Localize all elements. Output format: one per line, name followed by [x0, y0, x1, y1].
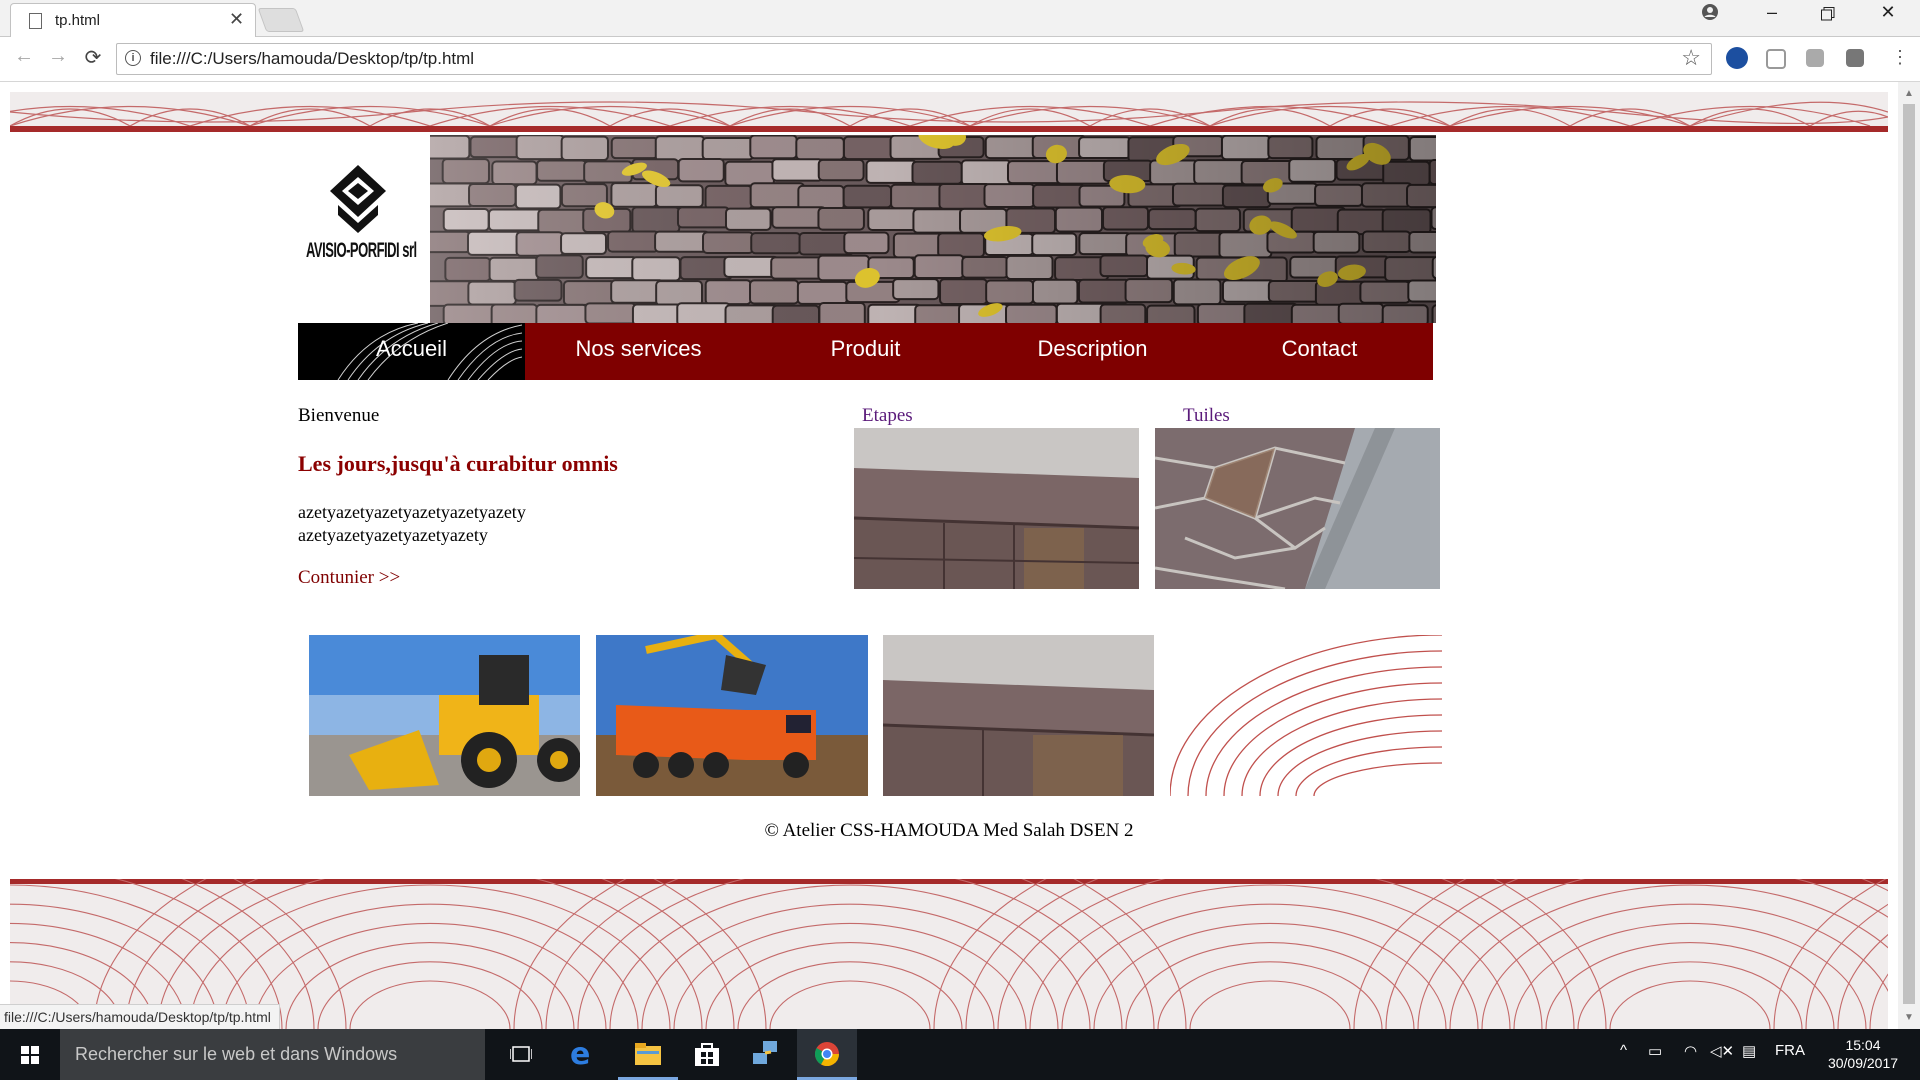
menu-icon[interactable]: ⋮: [1886, 47, 1914, 68]
logo-text: AVISIO-PORFIDI srl: [306, 238, 417, 262]
photo-tuiles[interactable]: [1155, 428, 1440, 589]
paragraph-line: azetyazetyazetyazetyazetyazety: [298, 502, 526, 522]
caption-etapes[interactable]: Etapes: [862, 405, 913, 427]
file-explorer-icon[interactable]: [618, 1029, 678, 1080]
article-paragraph: azetyazetyazetyazetyazetyazety azetyazet…: [298, 501, 526, 547]
reload-icon[interactable]: ⟳: [79, 45, 107, 70]
tray-language[interactable]: FRA: [1775, 1042, 1805, 1059]
clock-time: 15:04: [1845, 1037, 1881, 1053]
tray-chevron-icon[interactable]: ^: [1620, 1042, 1627, 1059]
photo-dump-truck[interactable]: [596, 635, 868, 796]
network-app-icon[interactable]: [737, 1029, 797, 1080]
extension-lock-icon[interactable]: [1846, 49, 1864, 67]
welcome-text: Bienvenue: [298, 405, 380, 426]
page-footer: © Atelier CSS-HAMOUDA Med Salah DSEN 2: [764, 820, 1134, 841]
profile-icon[interactable]: [1690, 3, 1730, 26]
back-icon[interactable]: ←: [10, 45, 38, 68]
taskbar-search-box[interactable]: Rechercher sur le web et dans Windows: [60, 1029, 485, 1080]
paragraph-line: azetyazetyazetyazetyazety: [298, 525, 488, 545]
menu-label-nos-services: Nos services: [575, 336, 702, 361]
restore-icon[interactable]: [1808, 5, 1848, 26]
extension-cube-icon[interactable]: [1766, 49, 1786, 69]
page-viewport: AVISIO-PORFIDI srl Accueil Nos services …: [0, 82, 1898, 1029]
tab-strip: tp.html ✕ – ✕: [0, 0, 1920, 37]
edge-browser-icon[interactable]: e: [554, 1029, 614, 1080]
browser-toolbar: ← → ⟳ i file:///C:/Users/hamouda/Desktop…: [0, 37, 1920, 82]
vertical-scrollbar[interactable]: ▲ ▼: [1898, 82, 1920, 1029]
photo-etapes[interactable]: [854, 428, 1139, 589]
status-bar-url: file:///C:/Users/hamouda/Desktop/tp/tp.h…: [0, 1004, 280, 1030]
tray-message-icon[interactable]: ▤: [1742, 1042, 1756, 1060]
bottom-ornament-band: [10, 879, 1888, 1029]
arc-ornament: [1170, 635, 1442, 796]
tray-wifi-icon[interactable]: ◠: [1684, 1042, 1697, 1060]
bookmark-star-icon[interactable]: ☆: [1681, 45, 1701, 71]
extension-puzzle-icon[interactable]: [1806, 49, 1824, 67]
menu-label-accueil: Accueil: [376, 336, 447, 361]
task-view-icon[interactable]: [490, 1029, 550, 1080]
menu-item-accueil[interactable]: Accueil: [298, 323, 525, 380]
photo-loader[interactable]: [309, 635, 580, 796]
menu-item-description[interactable]: Description: [979, 323, 1206, 380]
page-icon: [29, 13, 42, 29]
windows-taskbar: Rechercher sur le web et dans Windows e …: [0, 1029, 1920, 1080]
windows-logo-icon: [21, 1046, 39, 1064]
tab-title: tp.html: [55, 12, 101, 29]
continue-link[interactable]: Contunier >>: [298, 567, 400, 589]
minimize-icon[interactable]: –: [1752, 2, 1792, 23]
menu-label-description: Description: [1037, 336, 1148, 361]
taskbar-clock[interactable]: 15:04 30/09/2017: [1818, 1036, 1908, 1072]
top-ornament-band: [10, 92, 1888, 132]
menu-label-contact: Contact: [1281, 336, 1358, 361]
photo-stone-step[interactable]: [883, 635, 1154, 796]
tab-close-icon[interactable]: ✕: [229, 9, 244, 30]
forward-icon[interactable]: →: [44, 45, 72, 68]
scroll-down-icon[interactable]: ▼: [1904, 1012, 1914, 1023]
scroll-up-icon[interactable]: ▲: [1904, 88, 1914, 99]
scrollbar-thumb[interactable]: [1903, 104, 1915, 1004]
main-menu: Accueil Nos services Produit Description…: [298, 323, 1433, 380]
header-banner-image: [430, 135, 1436, 323]
menu-item-contact[interactable]: Contact: [1206, 323, 1433, 380]
new-tab-button[interactable]: [257, 8, 305, 32]
window-close-icon[interactable]: ✕: [1868, 2, 1908, 23]
address-bar[interactable]: i file:///C:/Users/hamouda/Desktop/tp/tp…: [116, 43, 1712, 75]
menu-label-produit: Produit: [830, 336, 901, 361]
clock-date: 30/09/2017: [1827, 1055, 1899, 1071]
browser-tab[interactable]: tp.html ✕: [10, 3, 256, 37]
menu-item-nos-services[interactable]: Nos services: [525, 323, 752, 380]
site-header: AVISIO-PORFIDI srl: [298, 135, 1438, 323]
menu-item-produit[interactable]: Produit: [752, 323, 979, 380]
tray-volume-muted-icon[interactable]: ◁✕: [1710, 1042, 1734, 1060]
tray-battery-icon[interactable]: ▭: [1648, 1042, 1662, 1060]
extension-globe-icon[interactable]: [1726, 47, 1748, 69]
url-text: file:///C:/Users/hamouda/Desktop/tp/tp.h…: [150, 49, 475, 68]
site-logo[interactable]: AVISIO-PORFIDI srl: [298, 135, 430, 285]
start-button[interactable]: [0, 1029, 60, 1080]
store-icon[interactable]: [677, 1029, 737, 1080]
chrome-taskbar-icon[interactable]: [797, 1029, 857, 1080]
article-headline: Les jours,jusqu'à curabitur omnis: [298, 451, 618, 476]
logo-mark-icon: [330, 165, 386, 233]
info-icon[interactable]: i: [125, 50, 141, 66]
caption-tuiles[interactable]: Tuiles: [1183, 405, 1230, 427]
